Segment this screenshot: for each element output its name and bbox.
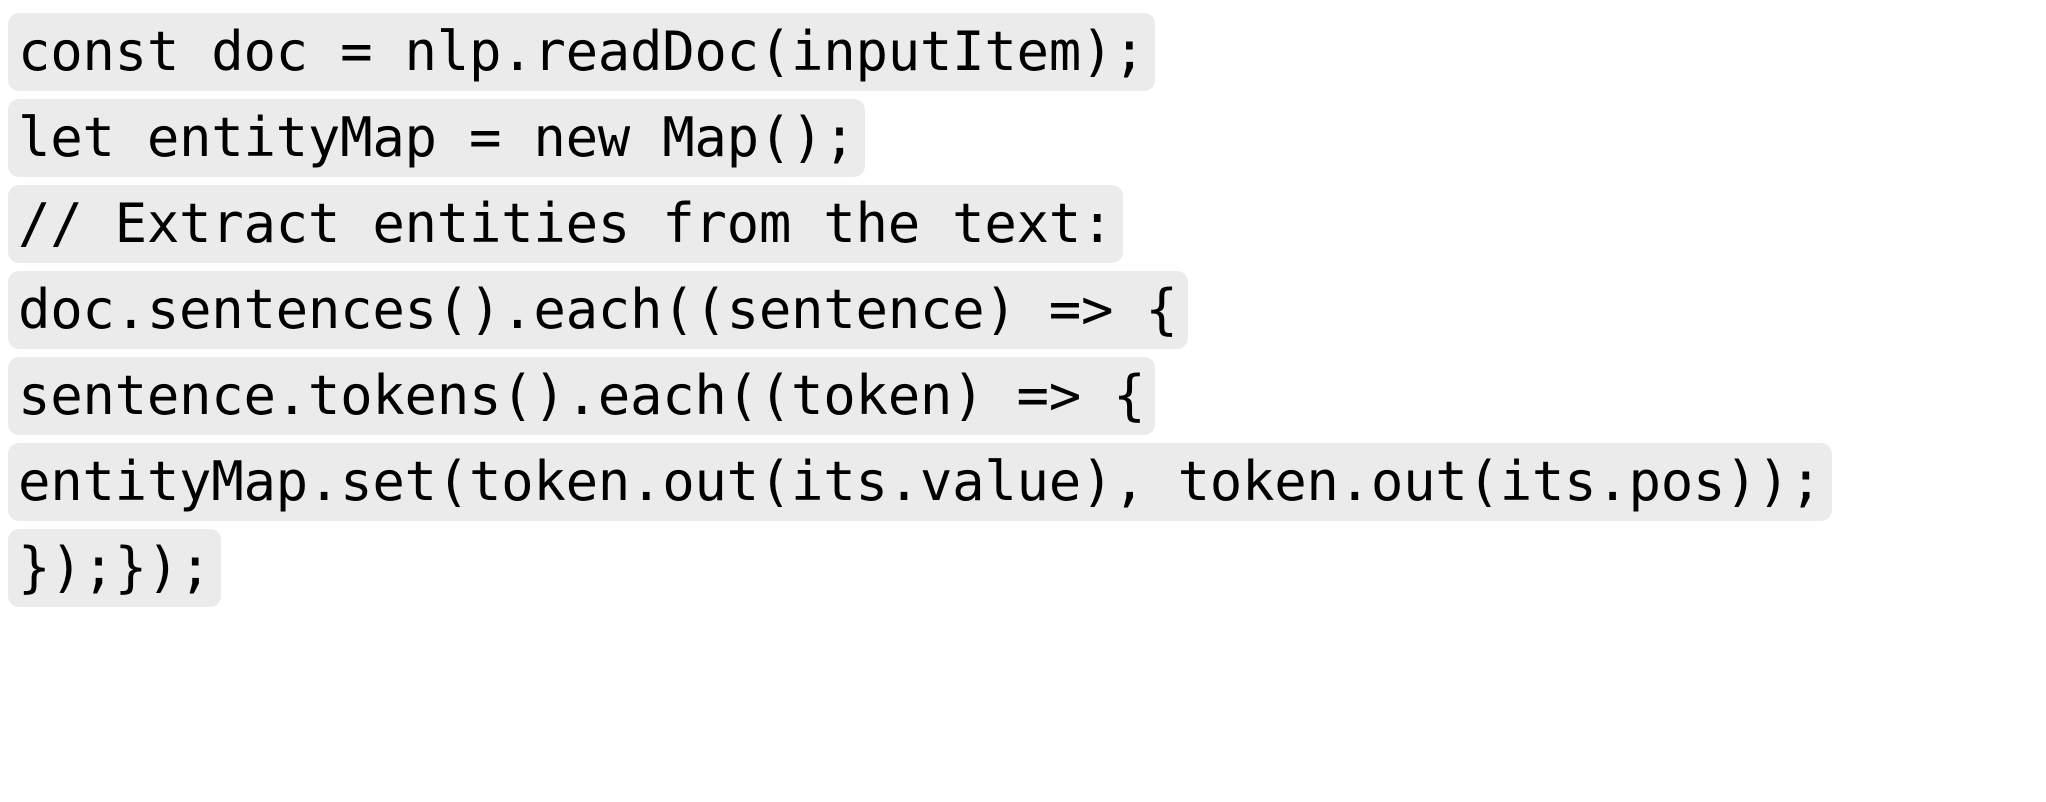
code-line-text: sentence.tokens().each((token) => { [8, 357, 1156, 435]
code-line-text: let entityMap = new Map(); [8, 99, 866, 177]
code-line-text: });}); [8, 529, 222, 607]
code-line-text: const doc = nlp.readDoc(inputItem); [8, 13, 1156, 91]
code-line: entityMap.set(token.out(its.value), toke… [0, 443, 2046, 529]
code-line: // Extract entities from the text: [0, 185, 2046, 271]
code-line-text: doc.sentences().each((sentence) => { [8, 271, 1188, 349]
code-line-text: entityMap.set(token.out(its.value), toke… [8, 443, 1832, 521]
code-line: const doc = nlp.readDoc(inputItem); [0, 0, 2046, 99]
code-line-text: // Extract entities from the text: [8, 185, 1124, 263]
code-line: doc.sentences().each((sentence) => { [0, 271, 2046, 357]
code-line: let entityMap = new Map(); [0, 99, 2046, 185]
code-snippet-block: const doc = nlp.readDoc(inputItem); let … [0, 0, 2046, 802]
code-line: });}); [0, 529, 2046, 615]
code-line: sentence.tokens().each((token) => { [0, 357, 2046, 443]
